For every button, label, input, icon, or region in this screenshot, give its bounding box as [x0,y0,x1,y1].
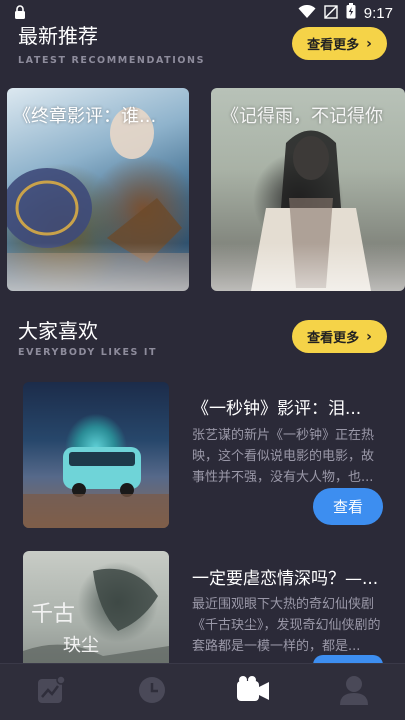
lock-icon [14,4,26,23]
user-icon [339,674,369,710]
list-item-thumbnail[interactable] [23,382,169,528]
svg-text:千古: 千古 [31,602,75,627]
battery-charging-icon [346,3,356,23]
carousel-card-title: 《终章影评：谁... [13,106,157,127]
view-button[interactable]: 查看 [313,488,383,525]
chevron-right-icon: › [366,35,372,52]
list-item-title: 《一秒钟》影评：泪... [192,399,362,419]
popular-section-subtitle: EVERYBODY LIKES IT [18,347,158,358]
wifi-icon [298,4,316,23]
list-item-description: 最近围观眼下大热的奇幻仙侠剧《千古玦尘》，发现奇幻仙侠剧的套路都是一模一样的，都… [192,597,381,654]
nav-video[interactable] [223,667,283,717]
list-item-description: 张艺谋的新片《一秒钟》正在热映，这个看似说电影的电影，故事性并不强，没有大人物，… [192,428,375,485]
status-bar: 9:17 [0,0,405,26]
latest-more-button[interactable]: 查看更多 › [292,27,387,60]
video-camera-icon [235,675,271,709]
carousel-card-title: 《记得雨，不记得你 [221,106,383,127]
nav-profile[interactable] [324,667,384,717]
popular-more-label: 查看更多 [307,331,360,346]
thumbnail-art-1 [23,447,169,528]
status-time: 9:17 [363,4,393,22]
svg-text:玦尘: 玦尘 [63,635,99,656]
latest-more-label: 查看更多 [307,38,360,53]
no-signal-icon [324,4,338,23]
bottom-nav [0,663,405,720]
card-overlay [7,243,189,291]
latest-section-subtitle: LATEST RECOMMENDATIONS [18,55,206,66]
carousel-card[interactable]: 《记得雨，不记得你 [211,88,405,291]
nav-history[interactable] [122,667,182,717]
chevron-right-icon: › [366,328,372,345]
popular-section-title: 大家喜欢 [18,319,98,343]
trend-icon [36,675,66,709]
clock-icon [137,675,167,709]
list-item-title: 一定要虐恋情深吗？—... [192,569,379,589]
card-overlay [211,243,405,291]
popular-more-button[interactable]: 查看更多 › [292,320,387,353]
nav-trend[interactable] [21,667,81,717]
carousel-card[interactable]: 《终章影评：谁... [7,88,189,291]
